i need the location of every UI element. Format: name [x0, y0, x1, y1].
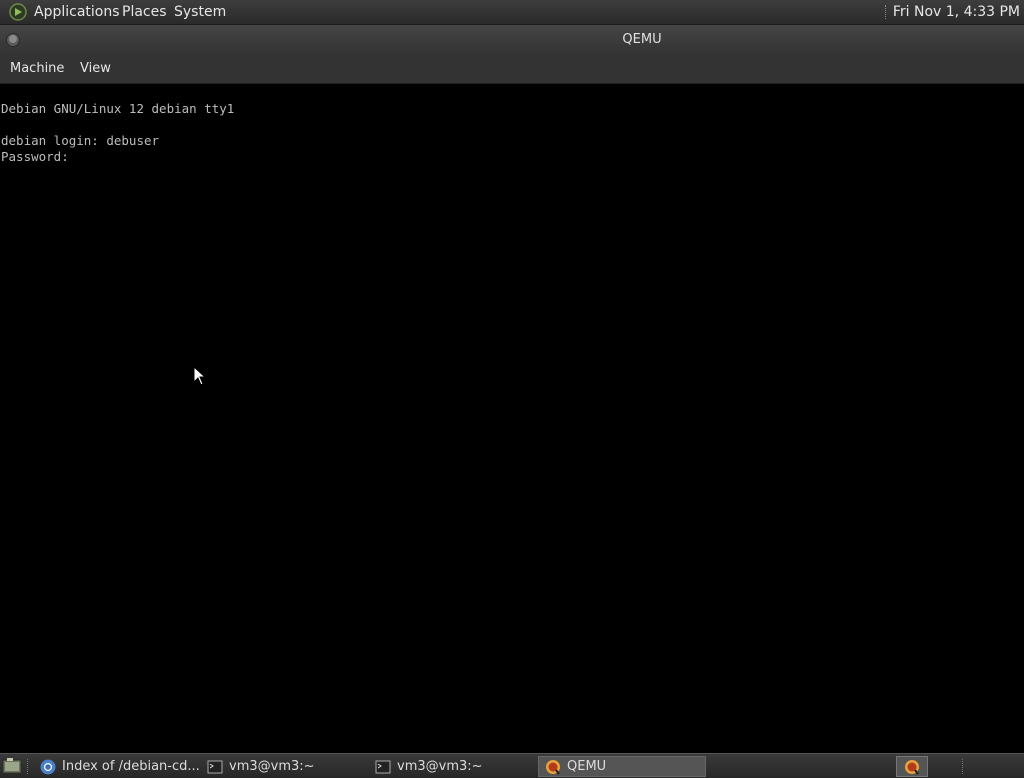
- show-desktop-icon[interactable]: [2, 757, 22, 776]
- clock[interactable]: Fri Nov 1, 4:33 PM: [893, 3, 1020, 21]
- task-label: vm3@vm3:~: [397, 759, 483, 774]
- task-terminal-2[interactable]: vm3@vm3:~: [369, 756, 534, 777]
- top-panel: Applications Places System Fri Nov 1, 4:…: [0, 0, 1024, 25]
- menu-view[interactable]: View: [80, 61, 111, 76]
- menu-places[interactable]: Places: [122, 3, 167, 21]
- window-menubar: Machine View: [0, 55, 1024, 84]
- taskbar-grip: [962, 759, 966, 774]
- menu-applications[interactable]: Applications: [34, 3, 120, 21]
- menu-machine[interactable]: Machine: [10, 61, 64, 76]
- task-terminal-1[interactable]: vm3@vm3:~: [201, 756, 366, 777]
- task-browser[interactable]: Index of /debian-cd...: [34, 756, 199, 777]
- qemu-icon: [546, 759, 560, 775]
- console-line-password: Password:: [1, 149, 69, 164]
- vm-console[interactable]: Debian GNU/Linux 12 debian tty1 debian l…: [0, 84, 1024, 752]
- panel-grip: [884, 5, 889, 19]
- task-qemu[interactable]: QEMU: [538, 756, 706, 777]
- task-label: Index of /debian-cd...: [62, 759, 199, 774]
- chrome-icon: [40, 759, 56, 774]
- applications-menu-icon[interactable]: [9, 3, 27, 21]
- tray-qemu-button[interactable]: [896, 756, 928, 777]
- taskbar: Index of /debian-cd... vm3@vm3:~ vm3@vm3…: [0, 753, 1024, 778]
- taskbar-grip: [27, 759, 31, 774]
- task-label: QEMU: [567, 759, 607, 774]
- task-label: vm3@vm3:~: [229, 759, 315, 774]
- menu-system[interactable]: System: [174, 3, 226, 21]
- window-titlebar[interactable]: QEMU: [0, 25, 1024, 55]
- qemu-icon: [905, 759, 919, 775]
- desktop-screen: Applications Places System Fri Nov 1, 4:…: [0, 0, 1024, 778]
- console-line-login: debian login: debuser: [1, 133, 160, 148]
- terminal-icon: [207, 760, 223, 773]
- console-line-banner: Debian GNU/Linux 12 debian tty1: [1, 101, 235, 116]
- window-title: QEMU: [622, 32, 662, 47]
- terminal-icon: [375, 760, 391, 773]
- mouse-pointer-icon: [193, 366, 207, 386]
